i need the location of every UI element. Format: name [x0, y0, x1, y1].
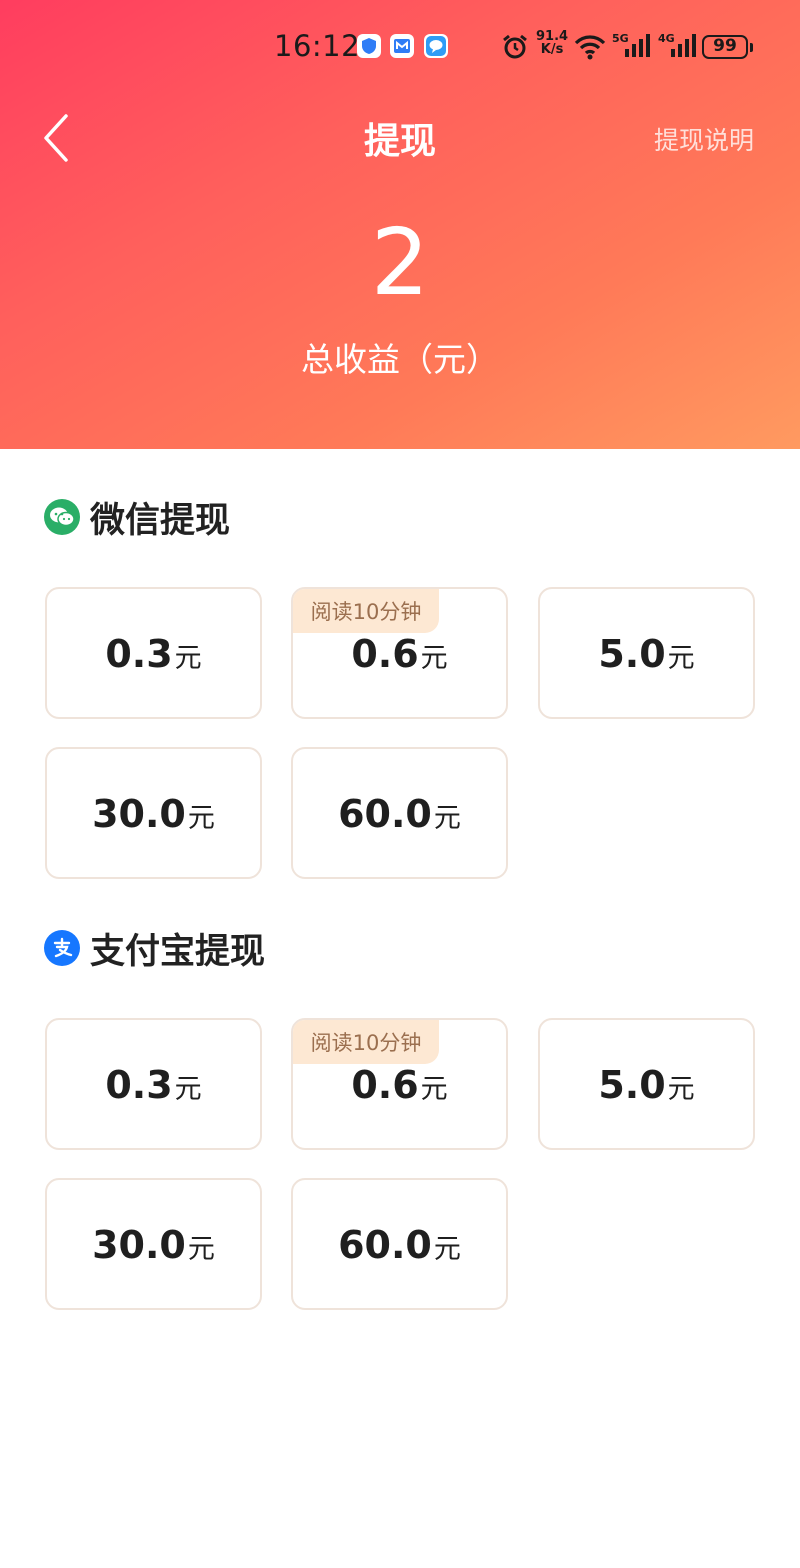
option-unit: 元 [433, 1234, 461, 1265]
wechat-section-label: 微信提现 [90, 500, 231, 541]
alipay-option-5.0[interactable]: 5.0 元 [538, 1018, 755, 1150]
header-banner: 16:12 91.4 K/s 5G 4G 99 提现 提现说明 2 总收益（元） [0, 0, 800, 449]
battery-tip [750, 43, 753, 52]
shield-app-icon [357, 34, 381, 58]
option-unit: 元 [174, 643, 202, 674]
option-amount: 30.0 [92, 792, 186, 836]
option-amount: 5.0 [598, 1063, 666, 1107]
wechat-section-title: 微信提现 [44, 497, 230, 541]
option-unit: 元 [667, 1074, 695, 1105]
alipay-option-0.3[interactable]: 0.3 元 [45, 1018, 262, 1150]
alipay-icon [44, 930, 80, 966]
battery-icon: 99 [702, 35, 748, 59]
option-amount: 0.6 [351, 632, 419, 676]
option-unit: 元 [420, 643, 448, 674]
alipay-section-label: 支付宝提现 [90, 931, 266, 972]
option-amount: 0.6 [351, 1063, 419, 1107]
option-unit: 元 [420, 1074, 448, 1105]
message-app-icon [424, 34, 448, 58]
option-unit: 元 [187, 803, 215, 834]
network-speed: 91.4 K/s [536, 30, 568, 56]
option-unit: 元 [667, 643, 695, 674]
option-amount: 0.3 [105, 1063, 173, 1107]
read-task-badge: 阅读10分钟 [293, 1020, 439, 1064]
alipay-option-60.0[interactable]: 60.0 元 [291, 1178, 508, 1310]
cell-signal-2-icon: 4G [658, 30, 698, 60]
wechat-option-0.6[interactable]: 阅读10分钟 0.6 元 [291, 587, 508, 719]
alarm-icon [503, 34, 527, 59]
wifi-icon [574, 35, 606, 60]
option-amount: 0.3 [105, 632, 173, 676]
option-amount: 30.0 [92, 1223, 186, 1267]
wechat-option-30.0[interactable]: 30.0 元 [45, 747, 262, 879]
total-earnings-value: 2 [370, 209, 430, 316]
wechat-option-5.0[interactable]: 5.0 元 [538, 587, 755, 719]
status-bar: 16:12 91.4 K/s 5G 4G 99 [0, 22, 800, 72]
cell-signal-icon: 5G [612, 30, 652, 60]
option-amount: 60.0 [338, 1223, 432, 1267]
alipay-section-title: 支付宝提现 [44, 928, 265, 972]
net-speed-unit: K/s [540, 42, 564, 57]
wechat-icon [44, 499, 80, 535]
option-unit: 元 [433, 803, 461, 834]
wechat-option-0.3[interactable]: 0.3 元 [45, 587, 262, 719]
mail-app-icon [390, 34, 414, 58]
status-time: 16:12 [274, 29, 361, 63]
alipay-option-0.6[interactable]: 阅读10分钟 0.6 元 [291, 1018, 508, 1150]
total-earnings-label: 总收益（元） [301, 340, 499, 379]
alipay-option-30.0[interactable]: 30.0 元 [45, 1178, 262, 1310]
option-amount: 60.0 [338, 792, 432, 836]
wechat-option-60.0[interactable]: 60.0 元 [291, 747, 508, 879]
option-amount: 5.0 [598, 632, 666, 676]
option-unit: 元 [174, 1074, 202, 1105]
option-unit: 元 [187, 1234, 215, 1265]
read-task-badge: 阅读10分钟 [293, 589, 439, 633]
withdraw-help-link[interactable]: 提现说明 [654, 121, 754, 157]
